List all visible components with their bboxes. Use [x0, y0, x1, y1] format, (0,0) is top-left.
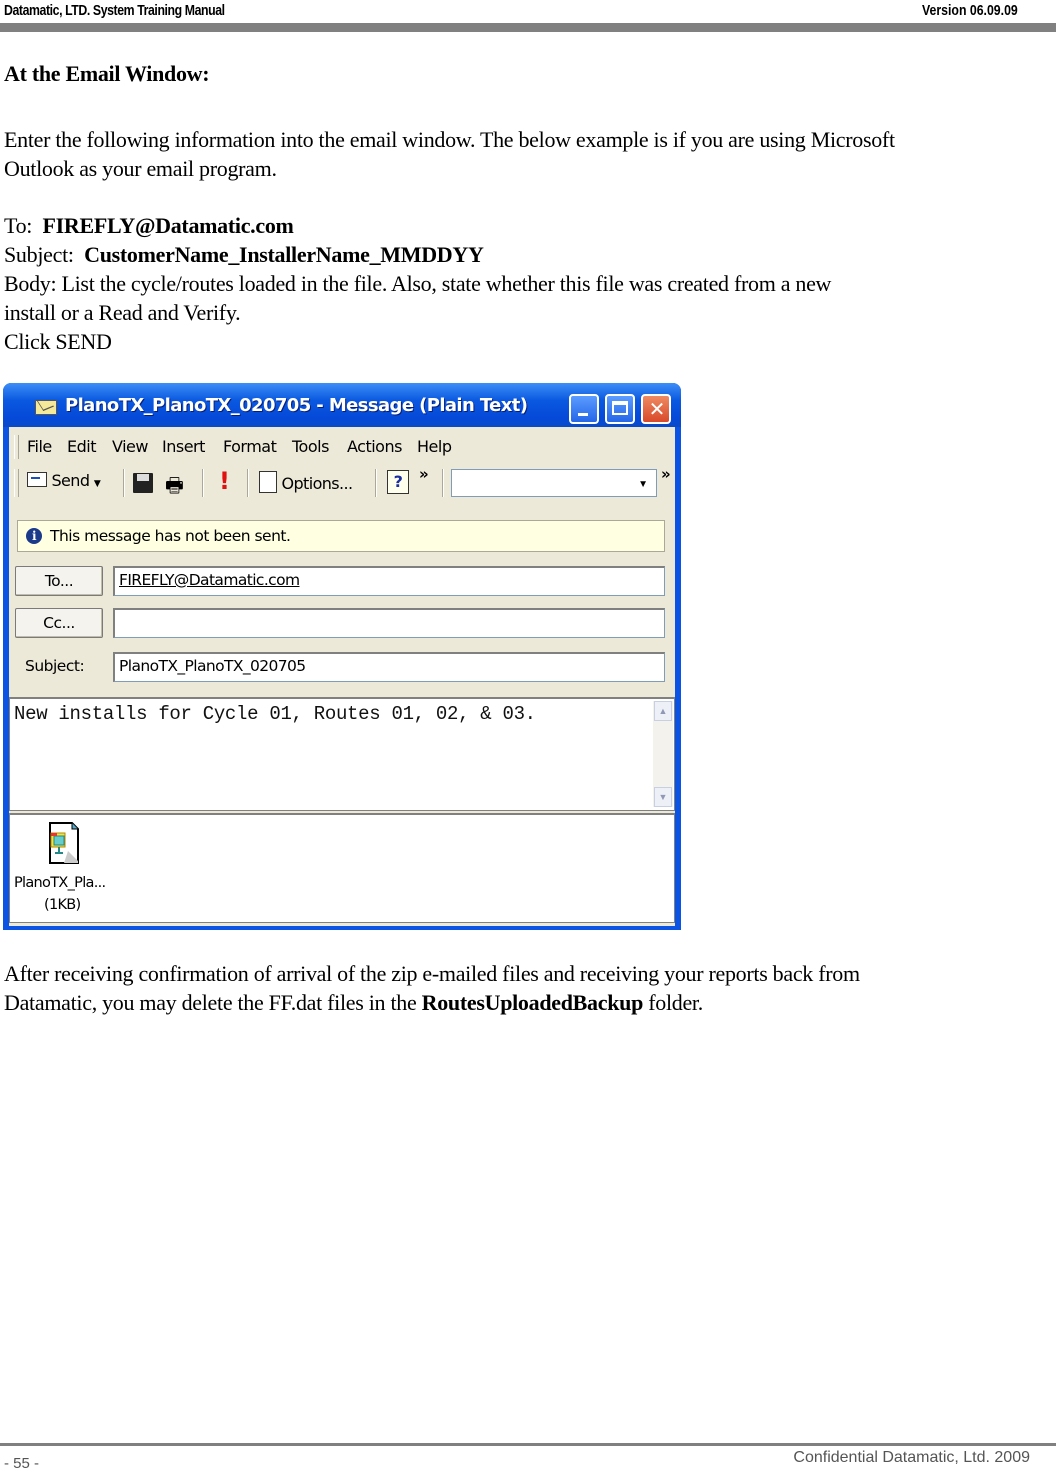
- save-icon[interactable]: [133, 473, 153, 493]
- header-version: Version 06.09.09: [922, 2, 1018, 19]
- subject-label: Subject:: [4, 242, 74, 267]
- header-divider: [0, 23, 1056, 32]
- closing-text-post: folder.: [643, 990, 703, 1015]
- menubar-grip[interactable]: [14, 435, 19, 459]
- toolbar-separator: [202, 469, 204, 497]
- instruction-click-send: Click SEND: [4, 329, 112, 354]
- window-title: PlanoTX_PlanoTX_020705 - Message (Plain …: [65, 395, 528, 416]
- window-client: File Edit View Insert Format Tools Actio…: [9, 427, 675, 926]
- to-recipient[interactable]: FIREFLY@Datamatic.com: [119, 571, 300, 589]
- cc-field[interactable]: [113, 608, 665, 638]
- options-icon: [259, 471, 277, 493]
- standard-toolbar: Send ▼ 🖶 ! Options... ? » ▼ »: [9, 463, 675, 501]
- options-label: Options...: [281, 474, 354, 493]
- message-body[interactable]: New installs for Cycle 01, Routes 01, 02…: [9, 697, 675, 811]
- vertical-scrollbar[interactable]: ▲ ▼: [653, 701, 673, 807]
- info-icon: i: [26, 528, 42, 544]
- subject-label: Subject:: [25, 657, 85, 675]
- to-field[interactable]: FIREFLY@Datamatic.com: [113, 566, 665, 596]
- scroll-down-icon[interactable]: ▼: [654, 787, 672, 807]
- close-icon: ✕: [648, 397, 666, 421]
- instruction-body-line1: Body: List the cycle/routes loaded in th…: [4, 271, 832, 296]
- help-icon[interactable]: ?: [387, 470, 409, 494]
- print-icon[interactable]: 🖶: [165, 471, 184, 505]
- subject-field[interactable]: PlanoTX_PlanoTX_020705: [113, 652, 665, 682]
- toolbar-overflow-chevron-2[interactable]: »: [661, 465, 671, 483]
- info-bar-text: This message has not been sent.: [50, 527, 291, 545]
- instruction-subject: Subject: CustomerName_InstallerName_MMDD…: [4, 240, 484, 269]
- send-label: Send: [51, 471, 91, 490]
- window-titlebar[interactable]: PlanoTX_PlanoTX_020705 - Message (Plain …: [3, 383, 681, 427]
- info-bar: i This message has not been sent.: [17, 520, 665, 552]
- menu-help[interactable]: Help: [417, 437, 452, 456]
- to-label: To:: [4, 213, 33, 238]
- minimize-icon: [578, 413, 588, 416]
- cc-button[interactable]: Cc...: [15, 608, 103, 638]
- attachment-size: (1KB): [44, 897, 81, 913]
- closing-text-line2: Datamatic, you may delete the FF.dat fil…: [4, 988, 703, 1017]
- send-dropdown-icon[interactable]: ▼: [94, 479, 101, 489]
- menu-format[interactable]: Format: [223, 437, 277, 456]
- footer-confidential: Confidential Datamatic, Ltd. 2009: [793, 1449, 1030, 1466]
- section-title: At the Email Window:: [4, 61, 210, 86]
- menu-tools[interactable]: Tools: [292, 437, 329, 456]
- toolbar-separator: [375, 469, 377, 497]
- attachment-file-icon[interactable]: [48, 821, 80, 865]
- toolbar-combo-box[interactable]: ▼: [451, 469, 657, 497]
- options-button[interactable]: Options...: [259, 471, 353, 493]
- attachment-pane: PlanoTX_Pla... (1KB): [9, 813, 675, 923]
- email-window: PlanoTX_PlanoTX_020705 - Message (Plain …: [3, 383, 681, 930]
- toolbar-overflow-chevron[interactable]: »: [419, 465, 429, 483]
- to-value: FIREFLY@Datamatic.com: [42, 213, 294, 238]
- attachment-name[interactable]: PlanoTX_Pla...: [14, 875, 106, 891]
- toolbar-separator: [123, 469, 125, 497]
- closing-text-pre: Datamatic, you may delete the FF.dat fil…: [4, 990, 422, 1015]
- toolbar-separator: [247, 469, 249, 497]
- close-button[interactable]: ✕: [641, 394, 671, 424]
- importance-high-icon[interactable]: !: [219, 467, 230, 495]
- folder-name: RoutesUploadedBackup: [421, 990, 644, 1015]
- menu-edit[interactable]: Edit: [67, 437, 96, 456]
- instruction-body-line2: install or a Read and Verify.: [4, 300, 241, 325]
- page-header: Datamatic, LTD. System Training Manual V…: [4, 0, 1052, 22]
- send-button[interactable]: Send ▼: [27, 471, 101, 490]
- menu-view[interactable]: View: [112, 437, 148, 456]
- page-number: - 55 -: [4, 1455, 40, 1472]
- menu-actions[interactable]: Actions: [347, 437, 402, 456]
- header-title: Datamatic, LTD. System Training Manual: [4, 2, 225, 19]
- intro-text-line2: Outlook as your email program.: [4, 156, 277, 181]
- chevron-down-icon[interactable]: ▼: [638, 479, 648, 490]
- to-button[interactable]: To...: [15, 566, 103, 596]
- mail-envelope-icon: [35, 400, 57, 415]
- footer-divider: [0, 1443, 1056, 1446]
- subject-value: CustomerName_InstallerName_MMDDYY: [84, 242, 484, 267]
- closing-text-line1: After receiving confirmation of arrival …: [4, 961, 860, 986]
- send-icon: [27, 472, 47, 487]
- toolbar-grip[interactable]: [14, 469, 19, 497]
- scroll-up-icon[interactable]: ▲: [654, 701, 672, 721]
- menu-file[interactable]: File: [27, 437, 52, 456]
- maximize-icon: [612, 401, 628, 415]
- menu-insert[interactable]: Insert: [162, 437, 205, 456]
- menu-bar: File Edit View Insert Format Tools Actio…: [9, 429, 675, 463]
- intro-text-line1: Enter the following information into the…: [4, 127, 895, 152]
- maximize-button[interactable]: [605, 394, 635, 424]
- toolbar-separator: [442, 469, 444, 497]
- instruction-to: To: FIREFLY@Datamatic.com: [4, 211, 294, 240]
- message-body-text[interactable]: New installs for Cycle 01, Routes 01, 02…: [14, 703, 536, 725]
- minimize-button[interactable]: [569, 394, 599, 424]
